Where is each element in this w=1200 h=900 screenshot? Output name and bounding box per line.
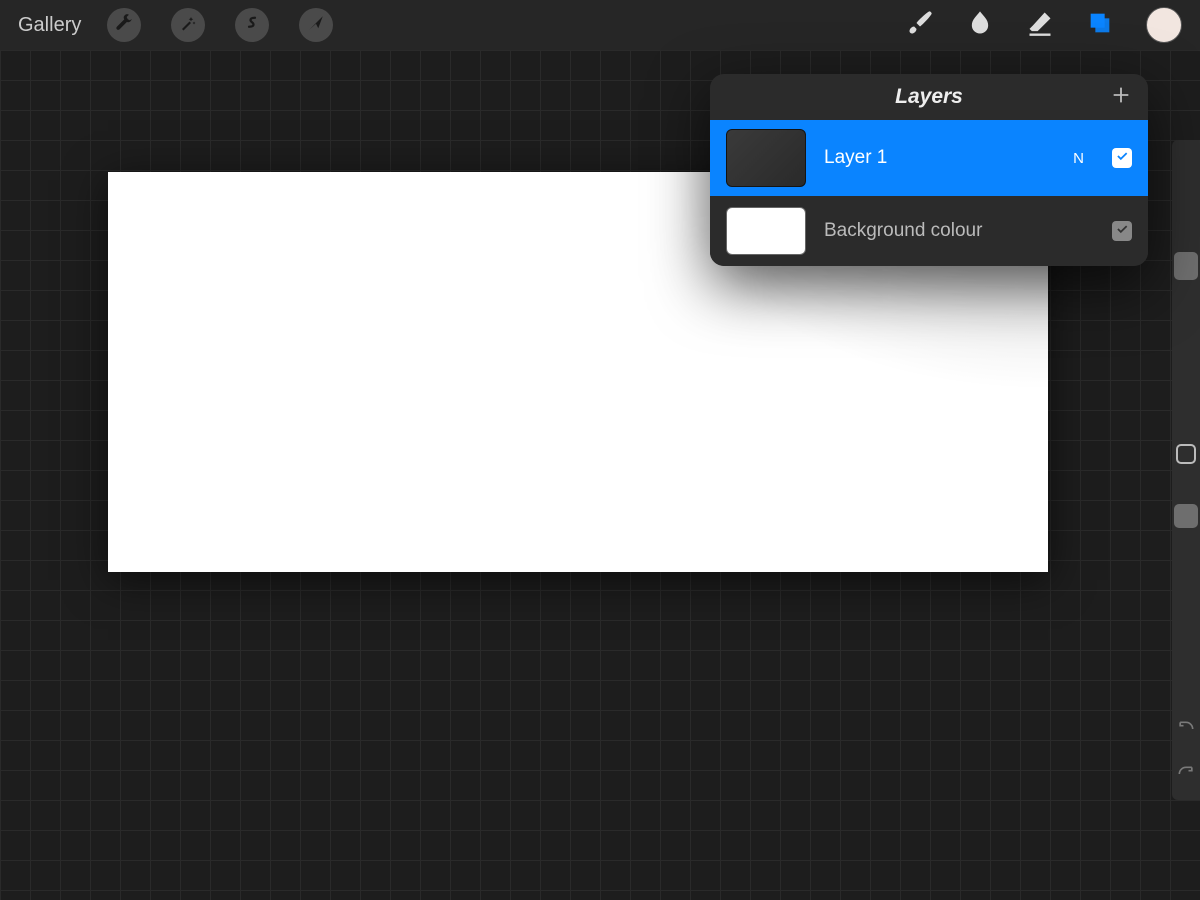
layers-panel: Layers Layer 1 N Background colour [710,74,1148,266]
right-sidebar [1172,140,1200,800]
brush-size-slider[interactable] [1172,140,1200,424]
wrench-icon [115,14,133,37]
gallery-button[interactable]: Gallery [18,14,81,37]
transform-button[interactable] [299,8,333,42]
layer-name-label: Background colour [824,220,1094,242]
sidebar-modifier-button[interactable] [1176,424,1196,484]
eraser-tool-button[interactable] [1010,9,1070,42]
square-icon [1176,444,1196,464]
layers-icon [1086,9,1114,42]
redo-icon [1176,766,1196,783]
smudge-icon [966,9,994,42]
layer-visibility-checkbox[interactable] [1112,148,1132,168]
slider-thumb[interactable] [1174,504,1198,528]
redo-button[interactable] [1176,759,1196,784]
add-layer-button[interactable] [1110,74,1132,120]
top-toolbar: Gallery [0,0,1200,50]
layers-panel-title: Layers [895,85,963,109]
layer-blend-mode-indicator[interactable]: N [1073,150,1084,167]
layer-row[interactable]: Layer 1 N [710,120,1148,196]
adjustments-button[interactable] [171,8,205,42]
layer-row-background[interactable]: Background colour [710,196,1148,266]
brush-icon [906,9,934,42]
layer-thumbnail [726,207,806,255]
layer-thumbnail [726,129,806,187]
undo-button[interactable] [1176,714,1196,739]
selection-button[interactable] [235,8,269,42]
slider-thumb[interactable] [1174,252,1198,280]
plus-icon [1110,84,1132,111]
undo-icon [1176,721,1196,738]
layer-visibility-checkbox[interactable] [1112,221,1132,241]
layers-panel-header: Layers [710,74,1148,120]
layer-name-label: Layer 1 [824,147,1055,169]
check-icon [1115,149,1129,168]
color-picker-button[interactable] [1146,7,1182,43]
smudge-tool-button[interactable] [950,9,1010,42]
brush-opacity-slider[interactable] [1172,484,1200,702]
layers-tool-button[interactable] [1070,9,1130,42]
actions-button[interactable] [107,8,141,42]
wand-icon [179,14,197,37]
check-icon [1115,222,1129,241]
arrow-cursor-icon [307,14,325,37]
selection-s-icon [243,14,261,37]
brush-tool-button[interactable] [890,9,950,42]
eraser-icon [1026,9,1054,42]
